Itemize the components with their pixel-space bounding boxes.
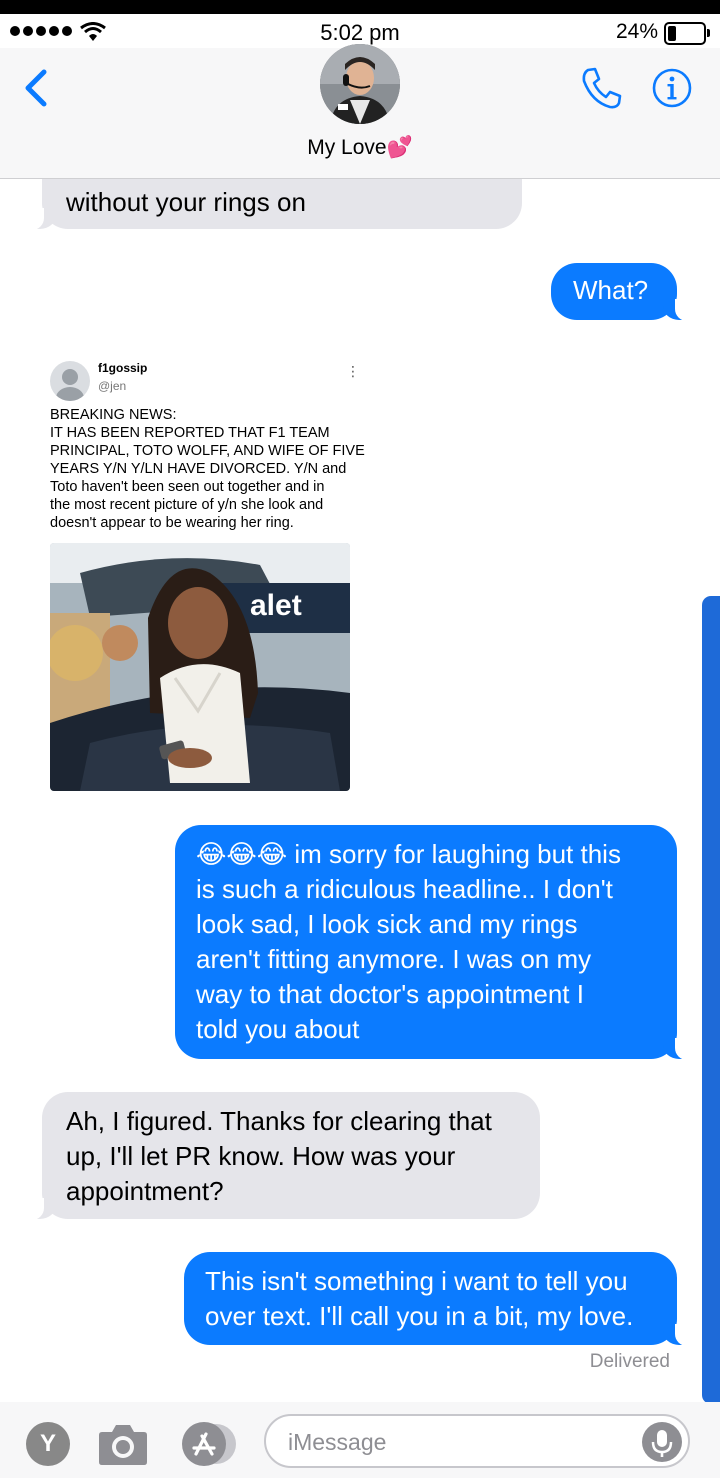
tweet-photo: alet [50,543,350,791]
message-outgoing[interactable]: What? [551,263,689,321]
tweet-screenshot-attachment[interactable]: f1gossip @jen ⋮ BREAKING NEWS: IT HAS BE… [42,351,365,797]
contact-photo [320,44,400,124]
scroll-indicator[interactable] [702,596,720,1404]
camera-icon[interactable] [96,1420,150,1468]
phone-icon[interactable] [578,64,626,112]
battery-icon [664,22,710,45]
more-options-icon: ⋮ [346,363,360,379]
status-bar: 5:02 pm 24% [0,14,720,48]
contact-avatar[interactable] [320,44,400,124]
imessage-input[interactable] [264,1414,690,1468]
tweet-text: BREAKING NEWS: IT HAS BEEN REPORTED THAT… [50,407,365,531]
message-outgoing[interactable]: 😂😂😂 im sorry for laughing but this is su… [175,825,689,1060]
message-outgoing[interactable]: This isn't something i want to tell you … [184,1252,689,1346]
chevron-left-icon[interactable] [18,66,58,110]
tweet-username: f1gossip [98,361,148,375]
app-drawer-button[interactable]: Y [26,1422,70,1466]
message-text-field[interactable] [286,1416,620,1468]
tweet-handle: @jen [98,379,127,393]
info-icon[interactable] [652,68,692,108]
app-store-icon[interactable] [178,1420,240,1468]
microphone-icon[interactable] [642,1422,682,1462]
message-incoming[interactable]: without your rings on [30,179,522,230]
message-incoming[interactable]: Ah, I figured. Thanks for clearing that … [30,1092,540,1220]
top-black-bar [0,0,720,14]
contact-name[interactable]: My Love💕 [0,136,720,160]
battery-percent: 24% [615,20,658,43]
message-input-bar: Y [0,1402,720,1478]
conversation-header: My Love💕 [0,44,720,179]
delivered-status: Delivered [589,1351,670,1372]
status-time: 5:02 pm [320,20,400,45]
valet-sign-text: alet [250,589,302,622]
message-thread[interactable]: without your rings on What? f1gossip @je… [0,179,720,1402]
tweet-avatar [50,361,90,401]
